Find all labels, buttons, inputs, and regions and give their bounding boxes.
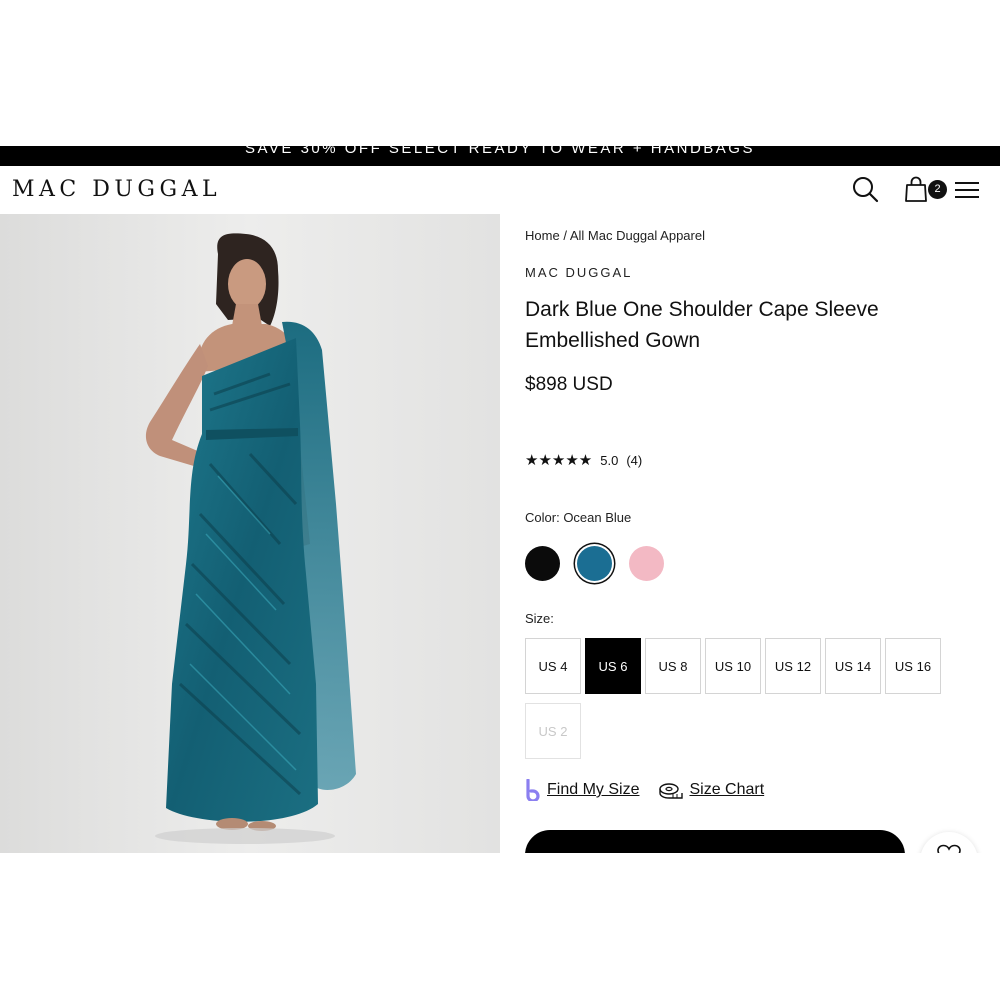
size-label: Size:	[525, 611, 554, 626]
star-rating-icon: ★★★★★	[525, 452, 593, 469]
cart-count-badge: 2	[928, 180, 947, 199]
color-label: Color: Ocean Blue	[525, 510, 631, 525]
promo-banner[interactable]: SAVE 30% OFF SELECT READY TO WEAR + HAND…	[0, 146, 1000, 166]
search-button[interactable]	[850, 174, 882, 206]
product-page: SAVE 30% OFF SELECT READY TO WEAR + HAND…	[0, 146, 1000, 853]
size-option[interactable]: US 16	[885, 638, 941, 694]
product-price: $898 USD	[525, 374, 613, 395]
gown-model-photo	[0, 214, 500, 853]
breadcrumb: Home / All Mac Duggal Apparel	[525, 228, 705, 243]
measuring-tape-icon	[659, 783, 684, 799]
product-brand: MAC DUGGAL	[525, 265, 633, 280]
find-my-size-label: Find My Size	[547, 781, 640, 798]
size-option[interactable]: US 14	[825, 638, 881, 694]
color-label-prefix: Color:	[525, 510, 560, 525]
review-count: (4)	[626, 452, 643, 468]
product-title: Dark Blue One Shoulder Cape Sleeve Embel…	[525, 298, 879, 352]
add-to-bag-button[interactable]	[525, 830, 905, 853]
size-option[interactable]: US 8	[645, 638, 701, 694]
find-my-size-icon	[526, 779, 540, 801]
size-chart-label: Size Chart	[689, 781, 765, 798]
promo-text: SAVE 30% OFF SELECT READY TO WEAR + HAND…	[245, 146, 755, 157]
breadcrumb-separator: /	[563, 228, 567, 243]
size-option-unavailable[interactable]: US 2	[525, 703, 581, 759]
breadcrumb-category-link[interactable]: All Mac Duggal Apparel	[570, 228, 705, 243]
selected-color-name: Ocean Blue	[563, 510, 632, 525]
size-option[interactable]: US 12	[765, 638, 821, 694]
menu-button[interactable]	[952, 174, 984, 206]
breadcrumb-home-link[interactable]: Home	[525, 228, 560, 243]
wishlist-button[interactable]	[920, 832, 978, 853]
size-options: US 4 US 6 US 8 US 10 US 12 US 14 US 16 U…	[525, 638, 955, 759]
search-icon	[853, 177, 879, 203]
size-option-selected[interactable]: US 6	[585, 638, 641, 694]
size-option[interactable]: US 10	[705, 638, 761, 694]
find-my-size-link[interactable]: Find My Size	[525, 779, 639, 801]
swatch-pink[interactable]	[629, 546, 664, 581]
color-swatches	[525, 546, 664, 581]
hamburger-menu-icon	[955, 182, 979, 198]
rating-summary[interactable]: ★★★★★ 5.0 (4)	[525, 451, 642, 469]
brand-logo[interactable]: MAC DUGGAL	[12, 177, 221, 202]
swatch-black[interactable]	[525, 546, 560, 581]
rating-score: 5.0	[600, 452, 619, 468]
size-help-links: Find My Size Size Chart	[525, 779, 764, 801]
product-image[interactable]	[0, 214, 500, 853]
site-header: MAC DUGGAL 2	[0, 166, 1000, 214]
size-chart-link[interactable]: Size Chart	[659, 781, 764, 799]
swatch-ocean-blue[interactable]	[577, 546, 612, 581]
heart-icon	[937, 844, 961, 853]
size-option[interactable]: US 4	[525, 638, 581, 694]
